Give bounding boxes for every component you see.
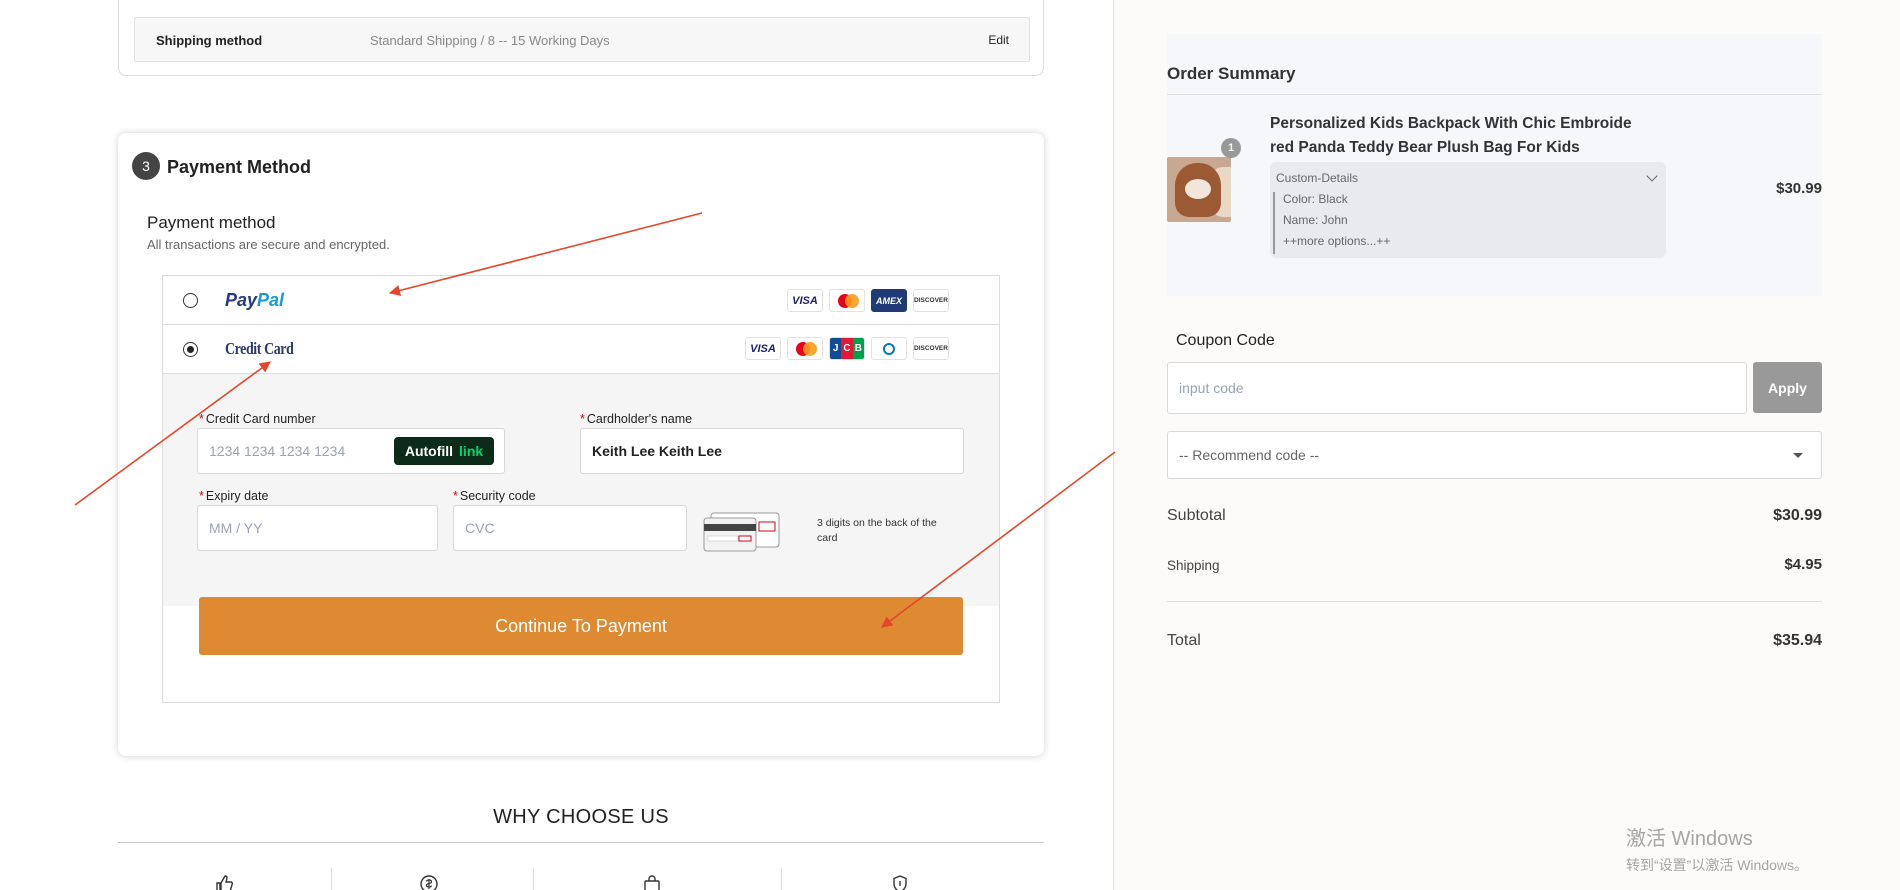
shipping-value: $4.95 [1784, 556, 1822, 573]
order-summary-panel: Order Summary 1 Personalized Kids Backpa… [1114, 0, 1900, 890]
expiry-date-input[interactable]: MM / YY [197, 505, 438, 551]
total-value: $35.94 [1773, 632, 1822, 649]
subtotal-label: Subtotal [1167, 507, 1226, 524]
diners-club-icon [871, 337, 907, 360]
shipping-method-label: Shipping method [156, 33, 263, 48]
product-price: $30.99 [1776, 180, 1822, 197]
shipping-edit-link[interactable]: Edit [988, 33, 1009, 47]
why-separator [781, 868, 782, 890]
credit-card-option[interactable]: Credit Card VISA JCB DISCOVER [163, 325, 999, 374]
total-label: Total [1167, 632, 1201, 649]
why-separator [533, 868, 534, 890]
product-name: Personalized Kids Backpack With Chic Emb… [1270, 115, 1632, 156]
paypal-card-logos: VISA AMEX DISCOVER [787, 289, 949, 312]
order-summary-title: Order Summary [1167, 64, 1296, 83]
cvv-hint: 3 digits on the back of the card [817, 517, 937, 544]
paypal-option[interactable]: PayPal VISA AMEX DISCOVER [163, 276, 999, 325]
custom-details-heading: Custom-Details [1276, 171, 1359, 185]
summary-divider [1167, 94, 1822, 95]
cardholder-name-input[interactable]: Keith Lee Keith Lee [580, 428, 964, 474]
more-options-link[interactable]: ++more options...++ [1283, 234, 1390, 248]
card-number-label: * Credit Card number [199, 412, 316, 426]
thumbs-up-icon [214, 874, 234, 890]
paypal-logo: PayPal [225, 290, 285, 310]
payment-method-subtext: All transactions are secure and encrypte… [147, 237, 390, 252]
cvv-card-icon [703, 512, 780, 552]
shipping-method-row: Shipping method Standard Shipping / 8 --… [134, 17, 1030, 62]
shipping-label: Shipping [1167, 558, 1220, 573]
shipping-method-value: Standard Shipping / 8 -- 15 Working Days [370, 33, 610, 48]
subtotal-value: $30.99 [1773, 507, 1822, 524]
shield-icon [890, 874, 910, 890]
payment-card: 3 Payment Method Payment method All tran… [118, 133, 1044, 756]
mastercard-icon [829, 289, 865, 312]
discover-icon: DISCOVER [913, 337, 949, 360]
payment-method-heading: Payment method [147, 213, 276, 232]
visa-icon: VISA [745, 337, 781, 360]
shopping-bag-icon [642, 874, 662, 890]
payment-title: Payment Method [167, 157, 312, 177]
security-code-input[interactable]: CVC [453, 505, 687, 551]
product-image [1167, 157, 1231, 222]
security-code-label: * Security code [453, 489, 536, 503]
windows-activation-watermark: 激活 Windows 转到“设置”以激活 Windows。 [1626, 828, 1809, 873]
expiry-date-label: * Expiry date [199, 489, 269, 503]
payment-options-box: PayPal VISA AMEX DISCOVER Credit Card VI… [162, 275, 1000, 703]
total-row: Total $35.94 [1167, 632, 1822, 652]
mastercard-icon [787, 337, 823, 360]
money-icon [419, 874, 439, 890]
paypal-radio[interactable] [183, 293, 198, 308]
chevron-down-icon[interactable] [1646, 170, 1658, 182]
coupon-code-label: Coupon Code [1176, 332, 1275, 349]
discover-icon: DISCOVER [913, 289, 949, 312]
autofill-link-button[interactable]: Autofill link [394, 437, 494, 465]
card-number-input[interactable]: 1234 1234 1234 1234 Autofill link [197, 428, 505, 474]
why-separator [331, 868, 332, 890]
cardholder-name-label: * Cardholder's name [580, 412, 693, 426]
visa-icon: VISA [787, 289, 823, 312]
shipping-row: Shipping $4.95 [1167, 556, 1822, 576]
subtotal-row: Subtotal $30.99 [1167, 507, 1822, 527]
shipping-card: Shipping method Standard Shipping / 8 --… [118, 0, 1044, 76]
apply-coupon-button[interactable]: Apply [1753, 362, 1822, 413]
custom-details-box: Custom-Details Color: Black Name: John +… [1270, 162, 1666, 258]
custom-detail-line: Color: Black [1283, 192, 1348, 206]
caret-down-icon [1793, 453, 1803, 458]
custom-detail-line: Name: John [1283, 213, 1348, 227]
recommend-code-select[interactable]: -- Recommend code -- [1167, 431, 1822, 479]
credit-card-radio[interactable] [183, 342, 198, 357]
coupon-code-input[interactable]: input code [1167, 362, 1747, 414]
why-divider [118, 842, 1044, 843]
order-summary-block: Order Summary 1 Personalized Kids Backpa… [1167, 34, 1822, 296]
continue-to-payment-button[interactable]: Continue To Payment [199, 597, 963, 655]
credit-card-logo: Credit Card [225, 339, 294, 358]
why-choose-us-title: WHY CHOOSE US [493, 806, 669, 828]
quantity-badge: 1 [1221, 138, 1241, 158]
jcb-icon: JCB [829, 337, 865, 360]
amex-icon: AMEX [871, 289, 907, 312]
step-badge: 3 [132, 152, 160, 180]
credit-card-logos: VISA JCB DISCOVER [745, 337, 949, 360]
totals-divider [1167, 601, 1822, 602]
checkout-main: Shipping method Standard Shipping / 8 --… [0, 0, 1113, 890]
credit-card-form: * Credit Card number 1234 1234 1234 1234 … [163, 374, 999, 606]
